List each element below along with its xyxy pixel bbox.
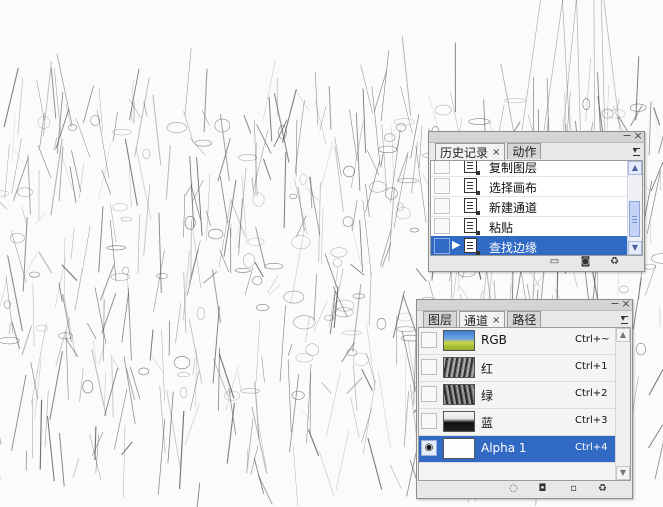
history-step-label: 新建通道 bbox=[489, 201, 538, 215]
snapshot-source-checkbox[interactable] bbox=[434, 178, 450, 194]
tab-close-icon[interactable]: × bbox=[492, 147, 500, 158]
channel-shortcut: Ctrl+4 bbox=[575, 442, 608, 453]
channel-row[interactable]: 红 Ctrl+1 bbox=[419, 355, 630, 382]
channel-shortcut: Ctrl+3 bbox=[575, 415, 608, 426]
minimize-button[interactable]: − bbox=[610, 298, 620, 310]
history-step-label: 复制图层 bbox=[489, 161, 538, 175]
history-panel: − × 历史记录 × 动作 ▾ 复制图层 选择画布 新建通道 粘贴 ▶ 查找边缘… bbox=[428, 130, 645, 272]
channel-name: 绿 bbox=[481, 389, 494, 403]
delete-icon[interactable]: ♻ bbox=[596, 483, 609, 494]
visibility-toggle[interactable] bbox=[421, 413, 437, 429]
eye-icon: ◉ bbox=[424, 442, 434, 453]
scroll-up-icon[interactable]: ▲ bbox=[628, 161, 642, 175]
tab-channels[interactable]: 通道 × bbox=[459, 311, 506, 328]
history-state-slider-icon[interactable]: ▶ bbox=[452, 238, 460, 251]
minimize-button[interactable]: − bbox=[622, 130, 632, 142]
history-step[interactable]: 粘贴 bbox=[431, 216, 642, 237]
channel-thumbnail bbox=[443, 411, 475, 432]
channel-name: 红 bbox=[481, 362, 494, 376]
snapshot-source-checkbox[interactable] bbox=[434, 161, 450, 174]
snapshot-source-checkbox[interactable] bbox=[434, 218, 450, 234]
channel-thumbnail bbox=[443, 357, 475, 378]
channel-name: Alpha 1 bbox=[481, 441, 527, 455]
channel-thumbnail bbox=[443, 330, 475, 351]
tab-history-label: 历史记录 bbox=[440, 145, 489, 160]
close-button[interactable]: × bbox=[633, 130, 643, 142]
snapshot-source-checkbox[interactable] bbox=[434, 238, 450, 254]
scroll-thumb[interactable] bbox=[629, 201, 640, 237]
save-selection-icon[interactable]: ◘ bbox=[536, 483, 549, 494]
channel-row[interactable]: RGB Ctrl+~ bbox=[419, 328, 630, 355]
channels-panel: − × 图层 通道 × 路径 ▾ RGB Ctrl+~ 红 Ctrl+1 绿 C… bbox=[416, 298, 633, 499]
tab-paths[interactable]: 路径 bbox=[507, 311, 542, 327]
delete-icon[interactable]: ♻ bbox=[608, 256, 621, 267]
channels-footer: ◌ ◘ ▫ ♻ bbox=[417, 480, 632, 498]
channels-list: RGB Ctrl+~ 红 Ctrl+1 绿 Ctrl+2 蓝 Ctrl+3 ◉ … bbox=[418, 327, 631, 481]
history-tabs: 历史记录 × 动作 bbox=[435, 143, 543, 160]
load-selection-icon[interactable]: ◌ bbox=[507, 483, 520, 494]
channels-scrollbar[interactable]: ▲ ▼ bbox=[615, 328, 630, 480]
visibility-toggle[interactable] bbox=[421, 386, 437, 402]
visibility-toggle[interactable] bbox=[421, 332, 437, 348]
new-channel-icon[interactable]: ▫ bbox=[567, 483, 580, 494]
history-step-label: 粘贴 bbox=[489, 221, 514, 235]
channel-row-selected[interactable]: ◉ Alpha 1 Ctrl+4 bbox=[419, 436, 630, 463]
channel-name: RGB bbox=[481, 333, 507, 347]
scroll-down-icon[interactable]: ▼ bbox=[616, 466, 630, 480]
history-list: 复制图层 选择画布 新建通道 粘贴 ▶ 查找边缘 ▲ ▼ bbox=[430, 160, 643, 256]
history-step-label: 选择画布 bbox=[489, 181, 538, 195]
channel-row[interactable]: 蓝 Ctrl+3 bbox=[419, 409, 630, 436]
channel-shortcut: Ctrl+2 bbox=[575, 388, 608, 399]
history-state-icon bbox=[464, 238, 480, 255]
history-step[interactable]: 选择画布 bbox=[431, 176, 642, 197]
channel-shortcut: Ctrl+~ bbox=[575, 334, 610, 345]
tab-actions-label: 动作 bbox=[512, 145, 537, 159]
visibility-toggle[interactable] bbox=[421, 359, 437, 375]
channels-tabs: 图层 通道 × 路径 bbox=[423, 311, 543, 328]
history-step[interactable]: 复制图层 bbox=[431, 161, 642, 177]
channel-name: 蓝 bbox=[481, 416, 494, 430]
tab-paths-label: 路径 bbox=[512, 313, 537, 327]
tab-close-icon[interactable]: × bbox=[492, 315, 500, 326]
channel-shortcut: Ctrl+1 bbox=[575, 361, 608, 372]
history-state-icon bbox=[464, 161, 480, 175]
tab-actions[interactable]: 动作 bbox=[507, 143, 542, 159]
panel-title-bar[interactable]: − × bbox=[429, 130, 644, 143]
history-state-icon bbox=[464, 198, 480, 215]
tab-history[interactable]: 历史记录 × bbox=[435, 143, 506, 160]
history-scrollbar[interactable]: ▲ ▼ bbox=[627, 161, 642, 255]
history-state-icon bbox=[464, 178, 480, 195]
channel-thumbnail bbox=[443, 384, 475, 405]
tab-layers-label: 图层 bbox=[428, 313, 453, 327]
new-snapshot-icon[interactable]: ◙ bbox=[579, 256, 592, 267]
snapshot-source-checkbox[interactable] bbox=[434, 198, 450, 214]
channel-thumbnail bbox=[443, 438, 475, 459]
scroll-up-icon[interactable]: ▲ bbox=[616, 328, 630, 342]
visibility-toggle[interactable]: ◉ bbox=[421, 440, 437, 456]
history-footer: ▭ ◙ ♻ bbox=[429, 253, 644, 271]
close-button[interactable]: × bbox=[621, 298, 631, 310]
tab-layers[interactable]: 图层 bbox=[423, 311, 458, 327]
history-state-icon bbox=[464, 218, 480, 235]
tab-channels-label: 通道 bbox=[464, 313, 489, 328]
channel-row[interactable]: 绿 Ctrl+2 bbox=[419, 382, 630, 409]
history-step[interactable]: 新建通道 bbox=[431, 196, 642, 217]
new-document-from-state-icon[interactable]: ▭ bbox=[548, 256, 561, 267]
panel-title-bar[interactable]: − × bbox=[417, 298, 632, 311]
